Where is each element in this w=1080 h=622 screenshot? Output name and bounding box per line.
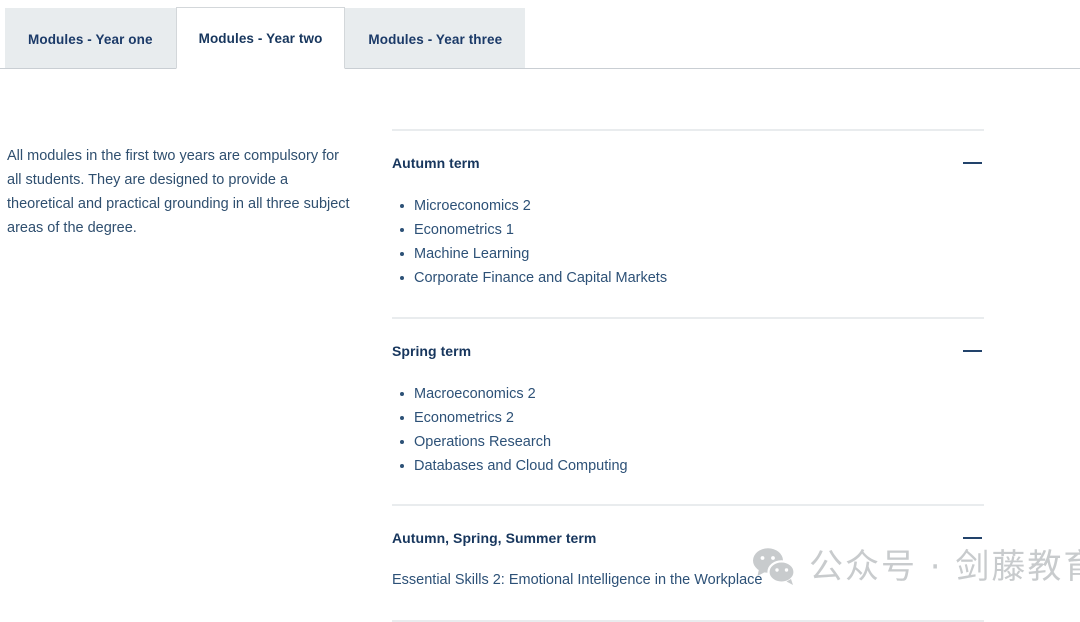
list-item: Machine Learning [400, 242, 984, 266]
tab-list: Modules - Year one Modules - Year two Mo… [5, 7, 526, 69]
minus-icon[interactable] [963, 537, 982, 539]
intro-paragraph: All modules in the first two years are c… [7, 147, 350, 236]
list-item: Econometrics 1 [400, 218, 984, 242]
module-list-autumn-term: Microeconomics 2 Econometrics 1 Machine … [392, 194, 984, 290]
tab-label: Modules - Year one [28, 31, 153, 47]
section-title: Spring term [392, 343, 472, 359]
accordion-header-all-terms[interactable]: Autumn, Spring, Summer term [392, 506, 984, 553]
minus-icon[interactable] [963, 350, 982, 352]
tab-label: Modules - Year two [198, 30, 323, 46]
modules-accordion: Autumn term Microeconomics 2 Econometric… [392, 129, 984, 622]
tab-modules-year-one[interactable]: Modules - Year one [5, 8, 176, 69]
list-item: Databases and Cloud Computing [400, 454, 984, 478]
accordion-section-all-terms: Autumn, Spring, Summer term Essential Sk… [392, 506, 984, 620]
accordion-header-spring-term[interactable]: Spring term [392, 319, 984, 366]
module-list-spring-term: Macroeconomics 2 Econometrics 2 Operatio… [392, 382, 984, 478]
list-item: Macroeconomics 2 [400, 382, 984, 406]
accordion-section-spring-term: Spring term Macroeconomics 2 Econometric… [392, 319, 984, 504]
section-title: Autumn term [392, 155, 480, 171]
tab-panel-year-two: All modules in the first two years are c… [0, 69, 1080, 622]
section-title: Autumn, Spring, Summer term [392, 530, 597, 546]
list-item: Operations Research [400, 430, 984, 454]
list-item: Econometrics 2 [400, 406, 984, 430]
module-text-all-terms: Essential Skills 2: Emotional Intelligen… [392, 572, 763, 588]
accordion-header-autumn-term[interactable]: Autumn term [392, 131, 984, 178]
tab-label: Modules - Year three [368, 31, 503, 47]
tab-bar: Modules - Year one Modules - Year two Mo… [0, 0, 1080, 69]
accordion-section-autumn-term: Autumn term Microeconomics 2 Econometric… [392, 131, 984, 317]
list-item: Corporate Finance and Capital Markets [400, 266, 984, 290]
tab-modules-year-two[interactable]: Modules - Year two [175, 7, 346, 69]
minus-icon[interactable] [963, 162, 982, 164]
list-item: Microeconomics 2 [400, 194, 984, 218]
tab-modules-year-three[interactable]: Modules - Year three [345, 8, 526, 69]
